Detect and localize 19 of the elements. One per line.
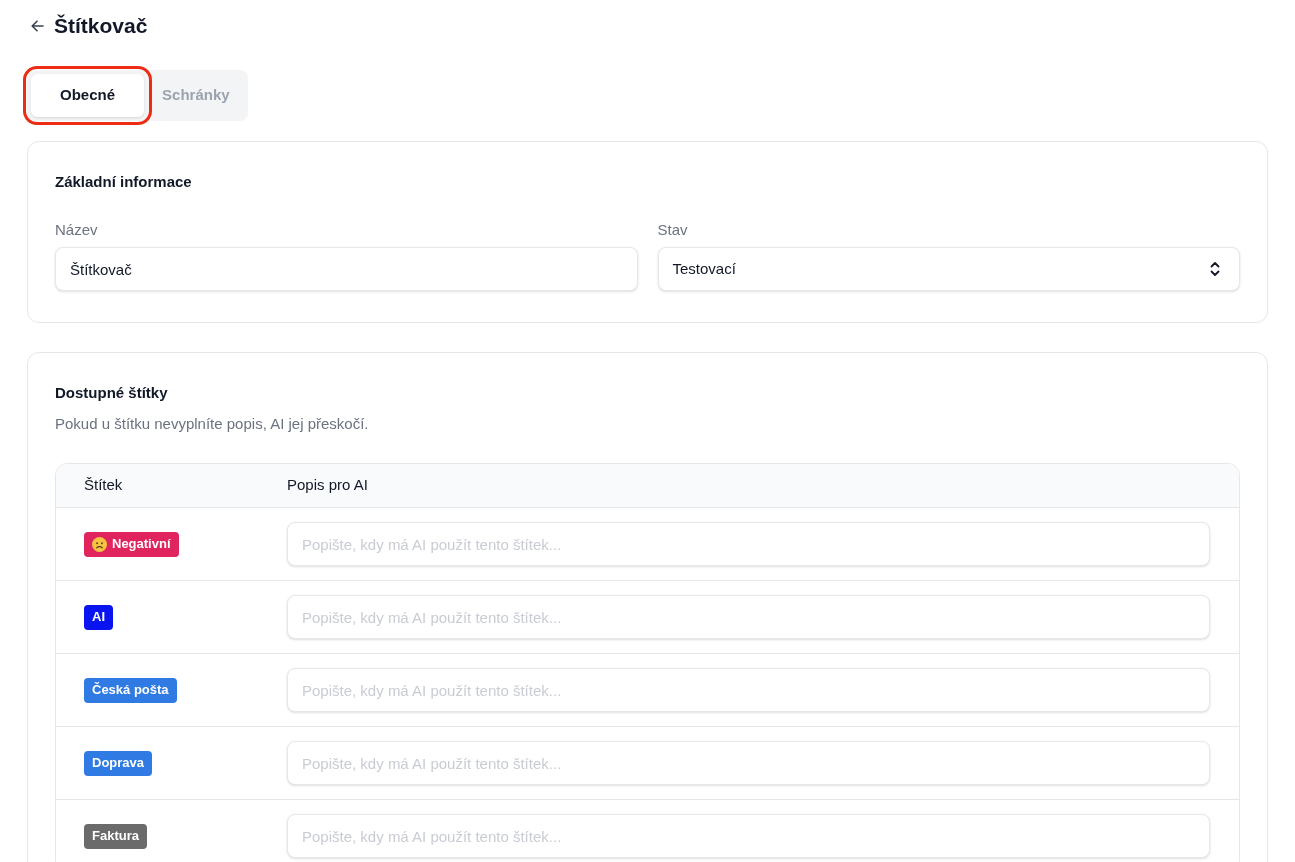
card-title: Základní informace — [55, 172, 193, 192]
name-field[interactable]: Štítkovač — [55, 247, 638, 291]
column-header: Popis pro AI — [287, 475, 369, 496]
tag-label: Faktura — [92, 827, 139, 846]
tag-label: Česká pošta — [92, 681, 169, 700]
column-header: Štítek — [84, 475, 124, 496]
chevrons-up-down-icon — [1210, 261, 1220, 277]
field-label: Stav — [657, 220, 689, 240]
frown-face-icon — [92, 536, 107, 552]
card-description: Pokud u štítku nevyplníte popis, AI jej přeskočí. — [55, 414, 370, 434]
back-arrow-icon[interactable] — [31, 20, 44, 32]
tag-label: Negativní — [112, 535, 171, 554]
field-label: Název — [55, 220, 99, 240]
tab[interactable]: Obecné — [31, 74, 145, 117]
status-select[interactable]: Testovací — [657, 247, 1240, 291]
tag-label: AI — [92, 608, 105, 627]
tag-label: Doprava — [92, 754, 145, 773]
page-title: Štítkovač — [54, 13, 148, 39]
card-title: Dostupné štítky — [55, 383, 169, 403]
